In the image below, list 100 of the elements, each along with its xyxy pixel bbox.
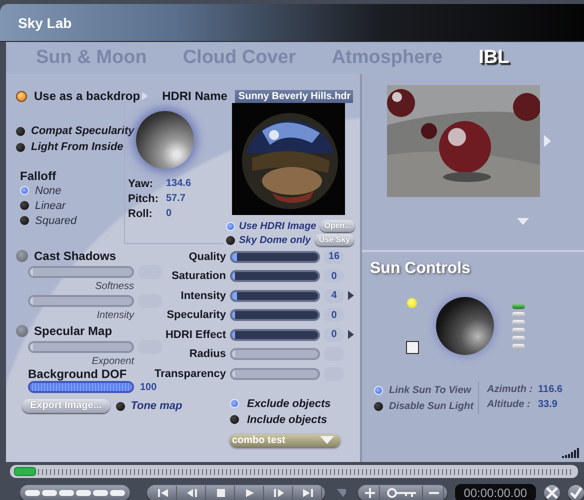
slider-track[interactable]	[230, 270, 320, 282]
slider-caption: Softness	[94, 280, 134, 293]
small-button[interactable]	[76, 490, 91, 496]
radio-button[interactable]	[230, 399, 239, 408]
menu-arrow-icon[interactable]	[348, 291, 354, 300]
source-button[interactable]: Use Sky	[314, 234, 354, 246]
radio-button[interactable]	[230, 415, 239, 424]
dropdown-arrow-icon[interactable]	[517, 218, 529, 225]
falloff-label: Falloff	[20, 169, 57, 183]
toggle-button[interactable]	[16, 324, 28, 336]
radio-label: Include objects	[247, 414, 328, 426]
reading-label: Altitude :	[487, 399, 532, 410]
hdri-name-label: HDRI Name	[162, 89, 228, 103]
option-label: Compat Specularity	[31, 125, 134, 137]
small-button[interactable]	[25, 490, 40, 496]
small-button[interactable]	[42, 490, 57, 496]
skip-forward-icon	[301, 488, 315, 498]
tab[interactable]: IBL	[478, 47, 510, 69]
dof-label: Background DOF	[28, 367, 128, 381]
rotation-label: Roll:	[127, 208, 154, 220]
option-label: Light From Inside	[31, 141, 124, 153]
key-icon	[386, 488, 417, 498]
slider-track[interactable]	[230, 250, 320, 263]
radio-button[interactable]	[20, 216, 29, 225]
toggle-button[interactable]	[16, 90, 27, 102]
sun-position-ball[interactable]	[436, 297, 494, 355]
small-button[interactable]	[110, 490, 125, 496]
value-box[interactable]: 4	[324, 288, 344, 303]
parameter-label: Radius	[188, 348, 226, 360]
radio-button[interactable]	[20, 186, 29, 195]
radio-label: Squared	[35, 214, 77, 226]
toggle-label: Cast Shadows	[34, 248, 116, 262]
ok-button[interactable]	[568, 485, 584, 500]
square-button[interactable]	[406, 341, 418, 354]
radio-label: Exclude objects	[247, 398, 331, 410]
backdrop-label: Use as a backdrop	[34, 89, 140, 103]
slider-track[interactable]	[28, 341, 134, 353]
rotation-ball[interactable]	[136, 111, 194, 169]
parameter-label: Quality	[188, 250, 226, 263]
sun-indicator-icon	[407, 298, 417, 308]
radio-button[interactable]	[374, 386, 383, 394]
slider-track[interactable]	[230, 328, 320, 341]
radio-button[interactable]	[226, 222, 235, 230]
level-step[interactable]	[512, 320, 525, 324]
section-title: Sun Controls	[370, 260, 472, 278]
checkbox[interactable]	[116, 402, 125, 410]
skip-back-icon	[156, 488, 170, 498]
value-box[interactable]: 16	[324, 250, 344, 264]
slider-caption: Exponent	[90, 355, 134, 368]
radio-label: None	[35, 184, 62, 196]
export-button[interactable]: Export Image...	[22, 399, 110, 413]
slider-track[interactable]	[28, 295, 134, 307]
tone-map-label: Tone map	[130, 400, 182, 412]
value-box[interactable]: 0	[324, 308, 344, 322]
radio-button[interactable]	[374, 402, 383, 410]
close-icon	[546, 487, 558, 499]
slider-track[interactable]	[230, 309, 320, 322]
level-step[interactable]	[512, 304, 525, 308]
checkbox[interactable]	[16, 126, 25, 136]
toggle-button[interactable]	[16, 250, 28, 262]
timeline-handle[interactable]	[14, 467, 36, 476]
menu-arrow-icon[interactable]	[348, 330, 354, 340]
radio-label: Disable Sun Light	[389, 400, 474, 412]
level-step[interactable]	[512, 328, 525, 332]
radio-label: Use HDRI Image	[239, 220, 316, 232]
small-button[interactable]	[59, 490, 74, 496]
slider-track[interactable]	[28, 266, 134, 278]
slider-caption: Intensity	[96, 309, 134, 322]
level-step[interactable]	[512, 312, 525, 316]
step-back-icon	[185, 488, 199, 498]
level-step[interactable]	[512, 344, 525, 348]
combo-box[interactable]: combo test	[230, 434, 340, 446]
slider-track[interactable]	[230, 368, 320, 380]
reading-value: 33.9	[538, 399, 558, 410]
parameter-label: Transparency	[153, 368, 226, 380]
radio-button[interactable]	[20, 201, 29, 210]
rotation-label: Yaw:	[127, 178, 154, 190]
window-title: Sky Lab	[18, 14, 72, 30]
value-box[interactable]: 0	[324, 328, 344, 342]
level-step[interactable]	[512, 336, 525, 340]
checkbox[interactable]	[16, 142, 25, 152]
radio-button[interactable]	[226, 236, 235, 244]
cancel-button[interactable]	[544, 485, 560, 500]
toggle-label: Specular Map	[34, 324, 112, 338]
radio-label: Link Sun To View	[389, 384, 472, 396]
hdri-name-field[interactable]: Sunny Beverly Hills.hdr	[235, 90, 354, 102]
arrow-icon[interactable]	[544, 135, 551, 147]
stop-icon	[214, 488, 228, 498]
parameter-label: Specularity	[166, 309, 226, 322]
slider-track[interactable]	[230, 348, 320, 360]
value-box[interactable]: 0	[324, 269, 344, 284]
reading-value: 116.6	[538, 384, 562, 395]
source-button[interactable]: Open...	[320, 220, 356, 232]
radio-label: Linear	[35, 200, 66, 212]
parameter-label: Saturation	[170, 270, 226, 282]
slider-track[interactable]	[230, 290, 320, 302]
rotation-value: 57.7	[166, 193, 186, 204]
dropdown-arrow-icon[interactable]	[337, 489, 346, 497]
timeline-bar[interactable]	[10, 465, 578, 478]
small-button[interactable]	[93, 490, 108, 496]
